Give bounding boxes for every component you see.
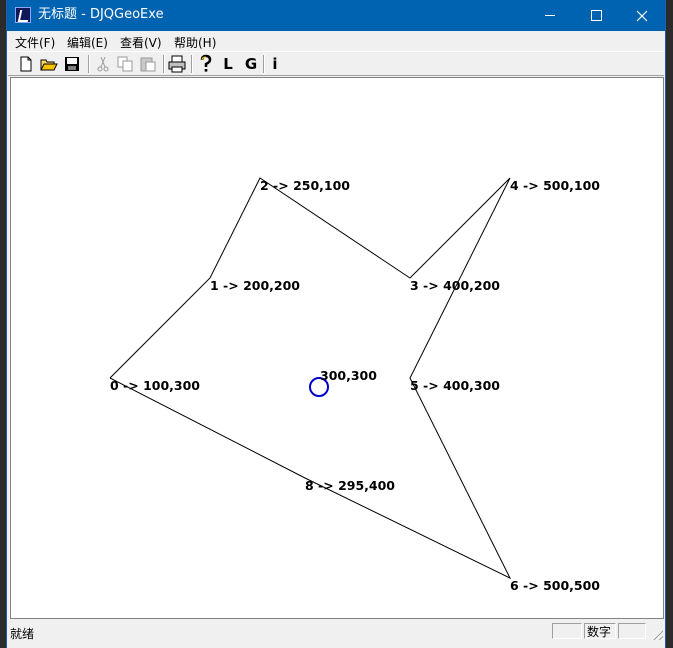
help-icon[interactable]: [196, 54, 216, 74]
menu-bar: 文件(F) 编辑(E) 查看(V) 帮助(H): [7, 31, 665, 51]
minimize-button[interactable]: [527, 0, 573, 31]
point-label-6: 6 -> 500,500: [510, 578, 600, 593]
app-icon[interactable]: [15, 7, 31, 23]
point-label-5: 5 -> 400,300: [410, 378, 500, 393]
close-icon: [636, 10, 648, 21]
resize-grip-icon[interactable]: [651, 628, 663, 640]
app-window: 无标题 - DJQGeoExe 文件(F) 编辑(E) 查看(V) 帮助(H): [7, 0, 665, 648]
point-label-4: 4 -> 500,100: [510, 178, 600, 193]
point-label-1: 1 -> 200,200: [210, 278, 300, 293]
minimize-icon: [545, 15, 555, 16]
toolbar-info-button[interactable]: i: [265, 54, 285, 74]
toolbar-separator: [163, 55, 165, 73]
toolbar-line-button[interactable]: L: [218, 54, 238, 74]
geometry-drawing: 0 -> 100,300 1 -> 200,200 2 -> 250,100 3…: [109, 177, 600, 593]
status-pane-scroll: [618, 623, 646, 639]
paste-icon[interactable]: [138, 54, 158, 74]
center-label: 300,300: [320, 368, 377, 383]
copy-icon[interactable]: [115, 54, 135, 74]
maximize-button[interactable]: [573, 0, 619, 31]
new-icon[interactable]: [16, 54, 36, 74]
toolbar: L G i: [8, 51, 664, 76]
status-bar: 就绪 数字: [7, 620, 665, 648]
toolbar-separator: [191, 55, 193, 73]
maximize-icon: [590, 10, 602, 21]
point-label-2: 2 -> 250,100: [260, 178, 350, 193]
point-label-3: 3 -> 400,200: [410, 278, 500, 293]
cut-icon[interactable]: [93, 54, 113, 74]
print-icon[interactable]: [167, 54, 187, 74]
save-icon[interactable]: [62, 54, 82, 74]
status-pane-num: 数字: [584, 623, 616, 639]
title-bar[interactable]: 无标题 - DJQGeoExe: [7, 0, 665, 31]
open-icon[interactable]: [39, 54, 59, 74]
menu-edit[interactable]: 编辑(E): [67, 34, 108, 51]
menu-view[interactable]: 查看(V): [120, 34, 162, 51]
close-button[interactable]: [619, 0, 665, 31]
status-text: 就绪: [10, 627, 35, 641]
window-title: 无标题 - DJQGeoExe: [38, 7, 164, 22]
status-pane-caps: [552, 623, 582, 639]
point-label-0: 0 -> 100,300: [110, 378, 200, 393]
drawing-canvas[interactable]: 0 -> 100,300 1 -> 200,200 2 -> 250,100 3…: [10, 77, 664, 619]
toolbar-geo-button[interactable]: G: [241, 54, 261, 74]
toolbar-separator: [88, 55, 90, 73]
menu-file[interactable]: 文件(F): [15, 34, 55, 51]
menu-help[interactable]: 帮助(H): [174, 34, 216, 51]
point-label-8: 8 -> 295,400: [305, 478, 395, 493]
